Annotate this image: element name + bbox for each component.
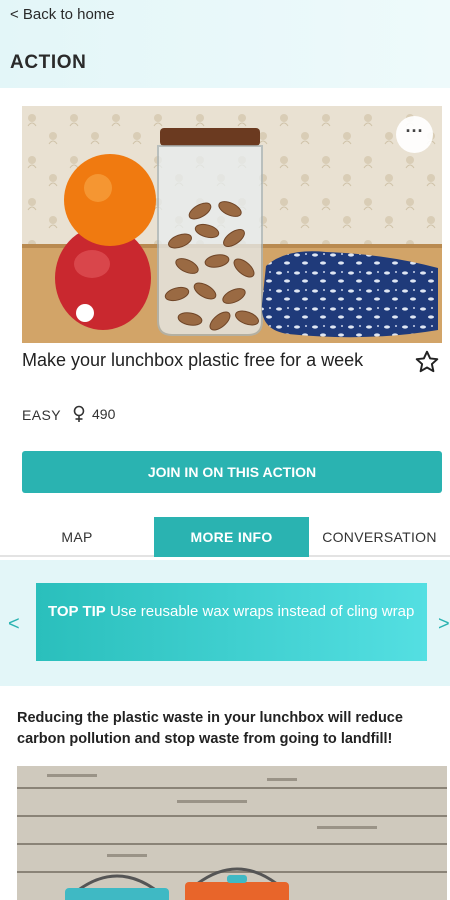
action-description: Reducing the plastic waste in your lunch…: [17, 710, 403, 747]
tip-text: Use reusable wax wraps instead of cling …: [109, 603, 415, 620]
tip-next-arrow[interactable]: >: [438, 613, 450, 636]
more-dots-icon: ···: [405, 121, 424, 141]
tip-prev-arrow[interactable]: <: [8, 613, 20, 636]
join-action-button[interactable]: JOIN IN ON THIS ACTION: [22, 451, 442, 493]
tab-bar: MAP MORE INFO CONVERSATION: [0, 517, 450, 557]
person-icon: [73, 405, 85, 422]
tab-map[interactable]: MAP: [0, 517, 154, 557]
lunchbox-photo: [17, 766, 447, 900]
more-options-button[interactable]: ···: [396, 116, 433, 153]
page-title: ACTION: [10, 52, 87, 73]
tab-more-info[interactable]: MORE INFO: [154, 517, 309, 557]
back-to-home-link[interactable]: < Back to home: [10, 6, 115, 23]
tip-card: TOP TIP Use reusable wax wraps instead o…: [36, 583, 427, 661]
action-title: Make your lunchbox plastic free for a we…: [22, 350, 364, 370]
star-icon[interactable]: [414, 349, 440, 375]
participants-number: 490: [92, 406, 116, 422]
tab-conversation[interactable]: CONVERSATION: [309, 517, 450, 557]
difficulty-label: EASY: [22, 407, 61, 423]
top-bar: < Back to home ACTION: [0, 0, 450, 88]
participants-count: 490: [72, 405, 115, 423]
action-hero-image: [22, 106, 442, 343]
tip-heading: TOP TIP: [48, 603, 106, 620]
